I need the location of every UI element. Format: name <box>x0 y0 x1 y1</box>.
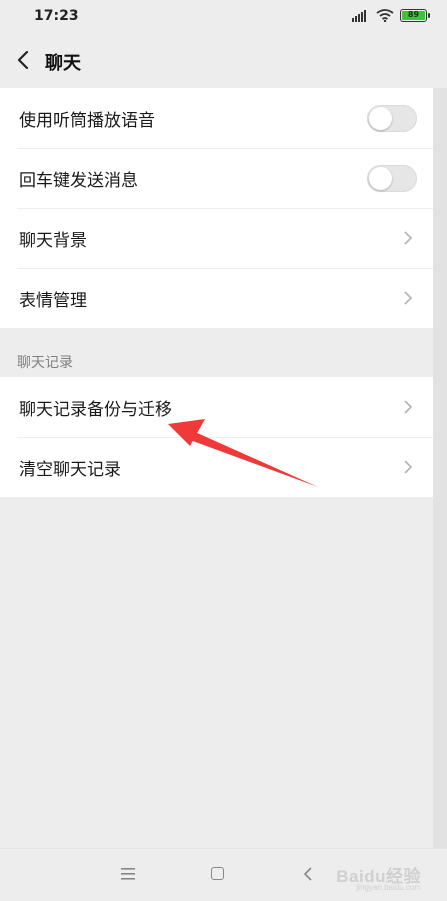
back-icon[interactable] <box>303 866 313 882</box>
annotation-arrow <box>168 419 318 487</box>
watermark-url: jingyan.baidu.com <box>356 883 421 892</box>
home-icon[interactable] <box>211 867 224 880</box>
system-nav-bar: Baidu经验 jingyan.baidu.com <box>0 848 447 901</box>
menu-icon[interactable] <box>121 868 135 880</box>
